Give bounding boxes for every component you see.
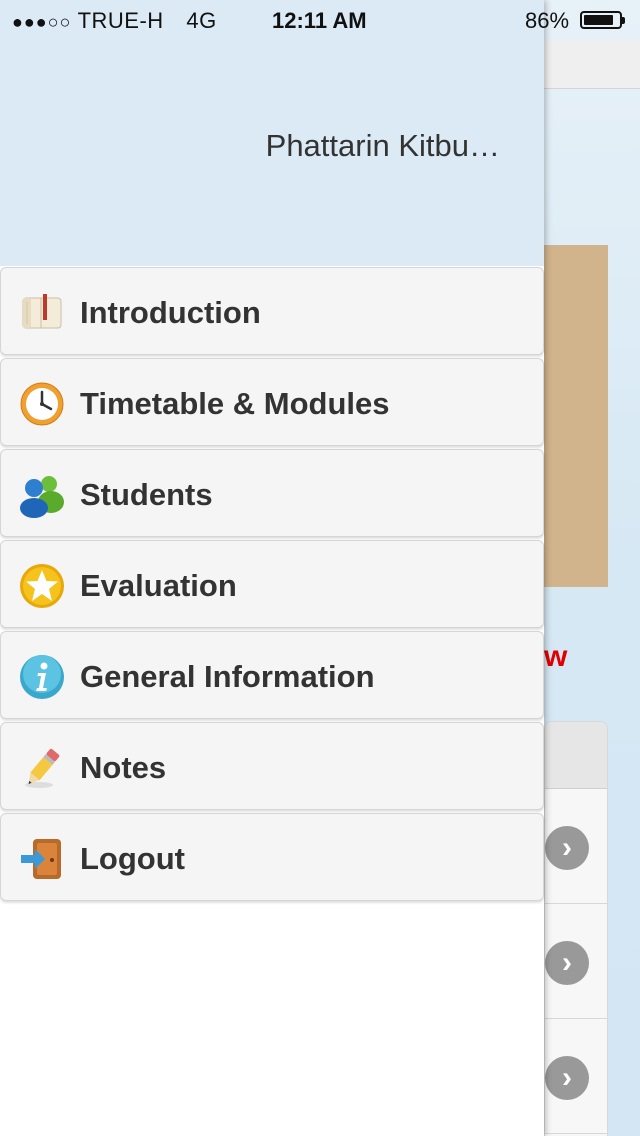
- menu-item-students[interactable]: Students: [0, 449, 544, 537]
- menu-item-label: Evaluation: [80, 568, 237, 603]
- users-icon: [19, 472, 65, 518]
- network-type: 4G: [186, 8, 217, 33]
- clock-icon: [19, 381, 65, 427]
- menu-item-notes[interactable]: Notes: [0, 722, 544, 810]
- chevron-right-icon[interactable]: ›: [545, 826, 589, 870]
- carrier-name: TRUE-H: [77, 8, 164, 33]
- logout-door-icon: [19, 836, 65, 882]
- star-icon: [19, 563, 65, 609]
- menu-item-label: Timetable & Modules: [80, 386, 390, 421]
- background-list-row[interactable]: ›: [545, 1019, 607, 1134]
- menu-item-label: Students: [80, 477, 213, 512]
- status-bar: ●●●○○ TRUE-H 4G 12:11 AM 86%: [0, 0, 640, 40]
- menu-item-introduction[interactable]: Introduction: [0, 267, 544, 355]
- carrier-info: ●●●○○ TRUE-H 4G: [12, 8, 217, 34]
- background-navbar: [544, 40, 640, 89]
- menu-item-label: Notes: [80, 750, 167, 785]
- menu-item-general-information[interactable]: General Information: [0, 631, 544, 719]
- menu-item-label: Introduction: [80, 295, 261, 330]
- background-list-row[interactable]: ›: [545, 789, 607, 904]
- background-banner: [544, 245, 608, 587]
- background-list-row[interactable]: ›: [545, 904, 607, 1019]
- drawer-menu: Introduction Timetable & Modules Student…: [0, 267, 544, 904]
- menu-item-timetable-modules[interactable]: Timetable & Modules: [0, 358, 544, 446]
- menu-item-logout[interactable]: Logout: [0, 813, 544, 901]
- menu-item-evaluation[interactable]: Evaluation: [0, 540, 544, 628]
- book-icon: [19, 290, 65, 336]
- screen: w › › › ●●●○○ TRUE-H 4G 12:11 AM 86% Pha…: [0, 0, 640, 1136]
- pencil-icon: [19, 745, 65, 791]
- background-list-card: › › ›: [544, 721, 608, 1136]
- chevron-right-icon[interactable]: ›: [545, 1056, 589, 1100]
- chevron-right-icon[interactable]: ›: [545, 941, 589, 985]
- signal-strength-icon: ●●●○○: [12, 12, 72, 32]
- battery-nub: [622, 17, 625, 24]
- side-drawer: Phattarin Kitbu… Introduction Timetable …: [0, 0, 544, 1136]
- background-red-text: w: [544, 640, 568, 673]
- background-list-header: [545, 722, 607, 789]
- status-time: 12:11 AM: [272, 8, 367, 33]
- user-name[interactable]: Phattarin Kitbu…: [266, 128, 500, 164]
- battery-fill: [584, 15, 613, 25]
- menu-item-label: Logout: [80, 841, 186, 876]
- battery-icon: [580, 11, 625, 29]
- menu-item-label: General Information: [80, 659, 375, 694]
- info-icon: [19, 654, 65, 700]
- battery-percent: 86%: [525, 8, 570, 33]
